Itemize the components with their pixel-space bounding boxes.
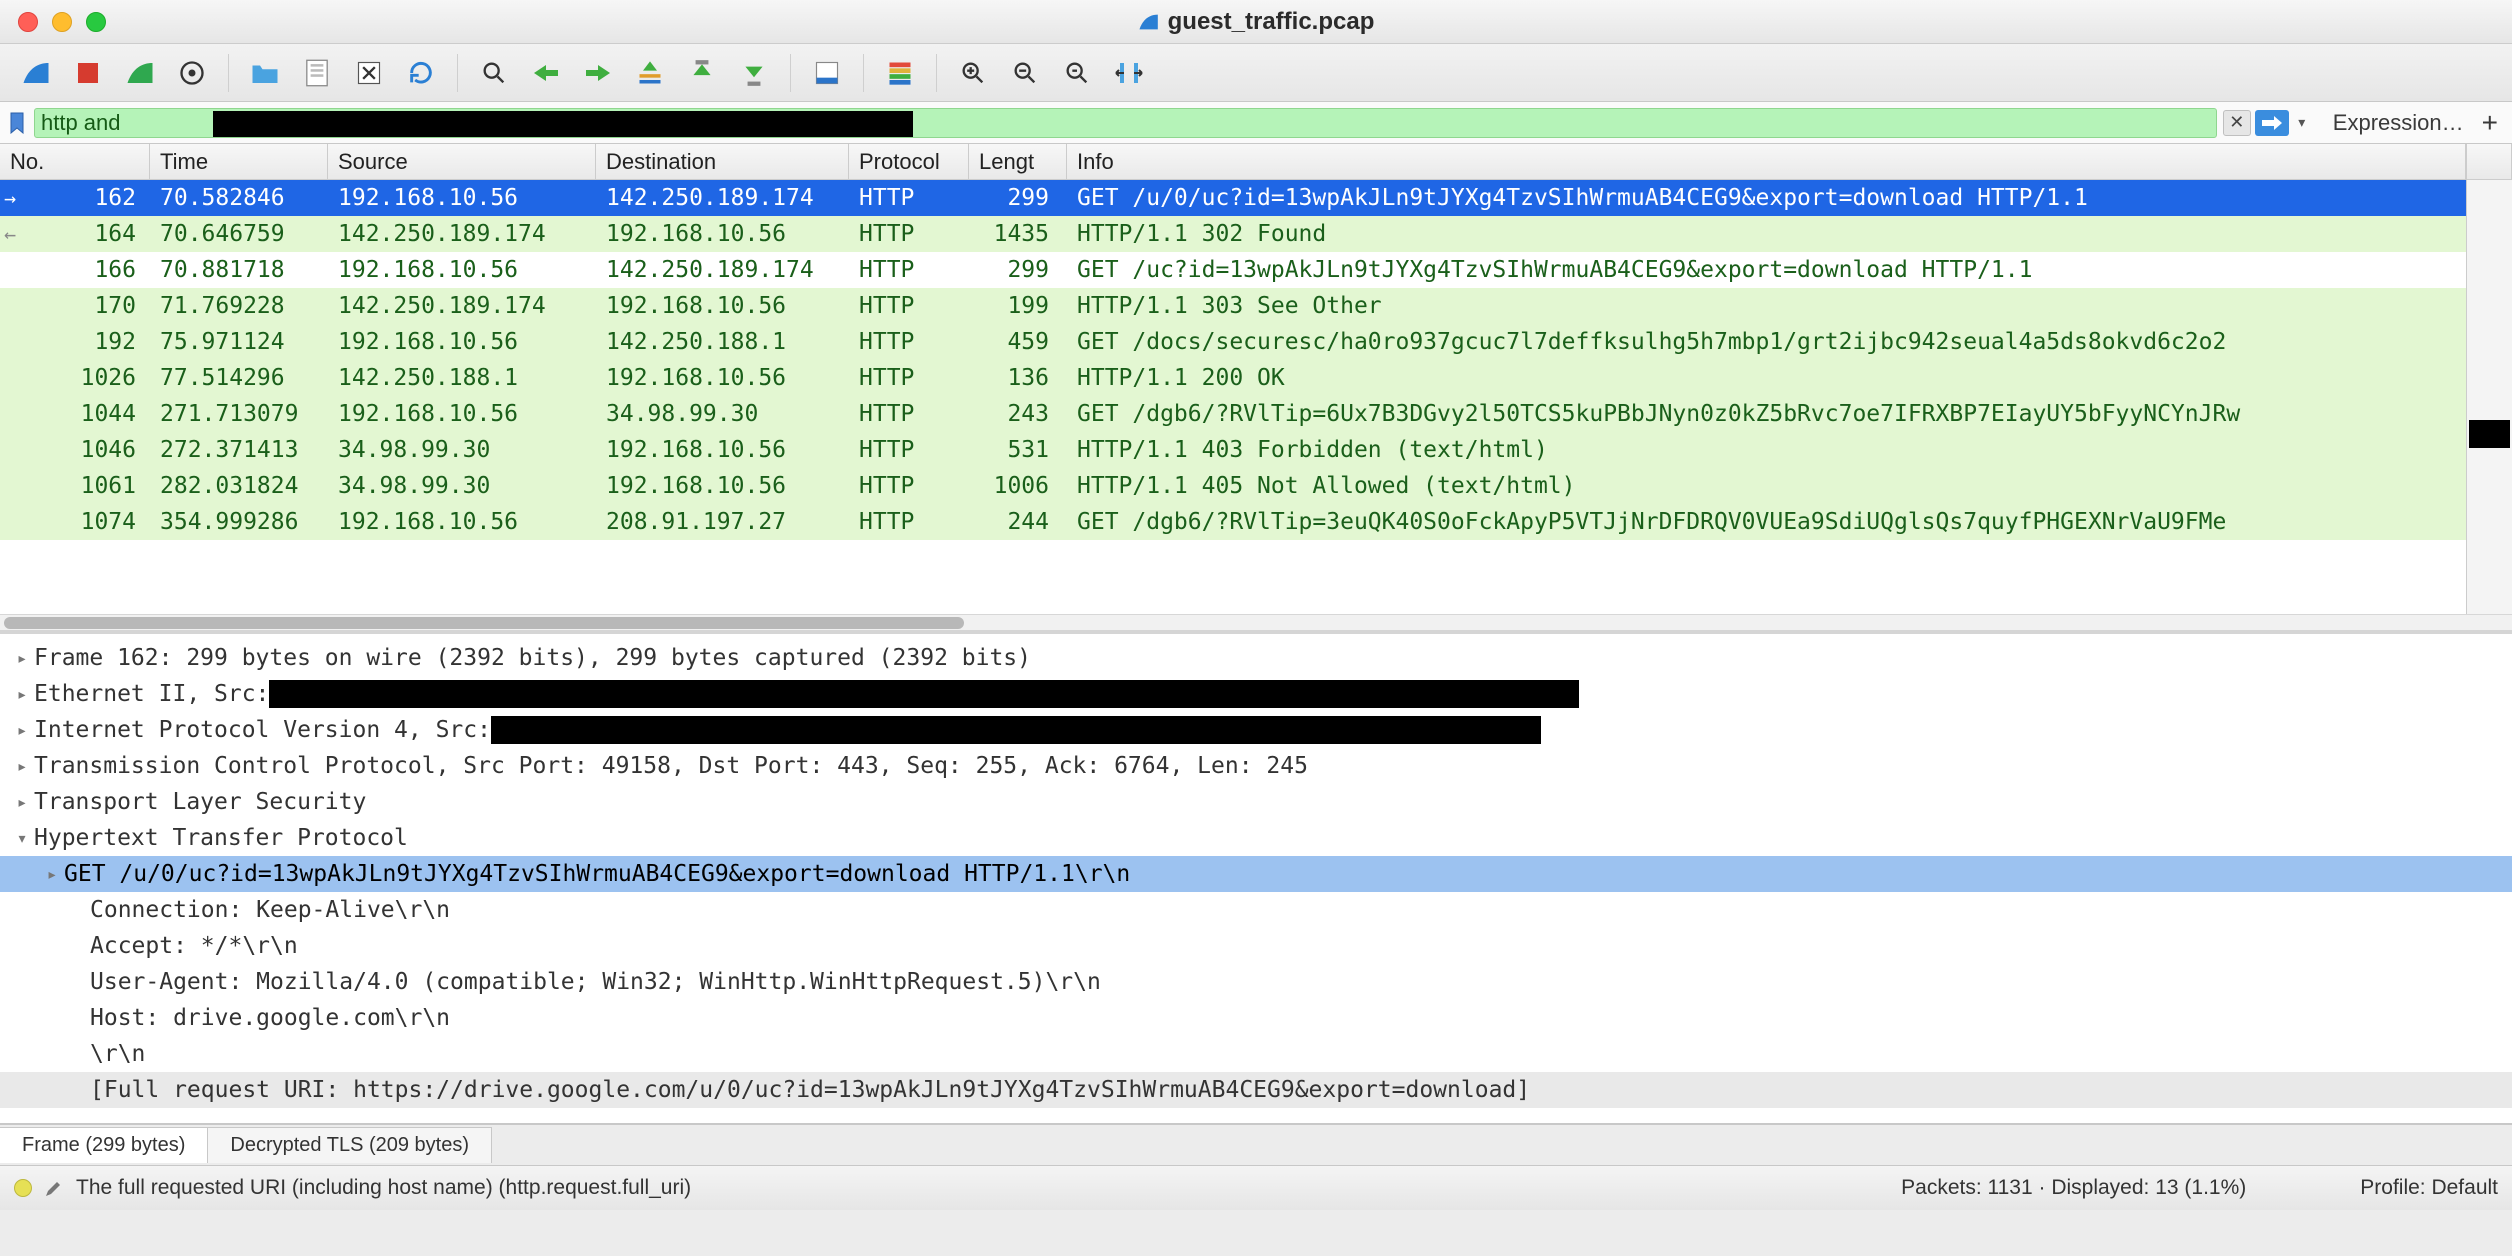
packet-row[interactable]: 102677.514296142.250.188.1192.168.10.56H… [0,360,2466,396]
packet-details-pane[interactable]: ▸Frame 162: 299 bytes on wire (2392 bits… [0,634,2512,1124]
save-file-icon[interactable] [295,51,339,95]
packet-row[interactable]: 1061282.03182434.98.99.30192.168.10.56HT… [0,468,2466,504]
redacted-filter-portion [213,111,913,137]
tree-http[interactable]: ▾Hypertext Transfer Protocol [0,820,2512,856]
packet-rows[interactable]: →16270.582846192.168.10.56142.250.189.17… [0,180,2466,614]
display-filter-text: http and [41,110,121,136]
col-header-source[interactable]: Source [328,144,596,179]
col-header-length[interactable]: Lengt [969,144,1067,179]
display-filter-input[interactable]: http and [34,108,2217,138]
col-header-destination[interactable]: Destination [596,144,849,179]
open-file-icon[interactable] [243,51,287,95]
status-bar: The full requested URI (including host n… [0,1166,2512,1210]
restart-capture-icon[interactable] [118,51,162,95]
apply-filter-button[interactable] [2255,110,2289,136]
tree-tls[interactable]: ▸Transport Layer Security [0,784,2512,820]
minimize-window-button[interactable] [52,12,72,32]
auto-scroll-icon[interactable] [805,51,849,95]
zoom-reset-icon[interactable] [1055,51,1099,95]
tree-http-host[interactable]: Host: drive.google.com\r\n [0,1000,2512,1036]
packet-list-hscrollbar[interactable] [0,614,2512,630]
bytes-tab-tls[interactable]: Decrypted TLS (209 bytes) [208,1127,492,1163]
colorize-icon[interactable] [878,51,922,95]
go-back-icon[interactable] [524,51,568,95]
packet-list-header[interactable]: No. Time Source Destination Protocol Len… [0,144,2512,180]
packet-list-pane: No. Time Source Destination Protocol Len… [0,144,2512,634]
tree-http-connection[interactable]: Connection: Keep-Alive\r\n [0,892,2512,928]
packet-row[interactable]: 17071.769228142.250.189.174192.168.10.56… [0,288,2466,324]
col-header-time[interactable]: Time [150,144,328,179]
filter-history-dropdown[interactable]: ▾ [2293,110,2311,136]
packet-row[interactable]: ←16470.646759142.250.189.174192.168.10.5… [0,216,2466,252]
go-forward-icon[interactable] [576,51,620,95]
tree-ethernet[interactable]: ▸Ethernet II, Src: [0,676,2512,712]
tree-ip[interactable]: ▸Internet Protocol Version 4, Src: [0,712,2512,748]
status-packets: Packets: 1131 · Displayed: 13 (1.1%) [1901,1176,2246,1200]
tree-tcp[interactable]: ▸Transmission Control Protocol, Src Port… [0,748,2512,784]
packet-row[interactable]: 19275.971124192.168.10.56142.250.188.1HT… [0,324,2466,360]
main-toolbar [0,44,2512,102]
zoom-in-icon[interactable] [951,51,995,95]
clear-filter-button[interactable]: ✕ [2223,110,2251,136]
packet-row[interactable]: 1044271.713079192.168.10.5634.98.99.30HT… [0,396,2466,432]
find-icon[interactable] [472,51,516,95]
expression-button[interactable]: Expression… [2333,110,2464,136]
edit-capture-comment-icon[interactable] [44,1178,64,1198]
capture-options-icon[interactable] [170,51,214,95]
stop-capture-icon[interactable] [66,51,110,95]
tree-http-user-agent[interactable]: User-Agent: Mozilla/4.0 (compatible; Win… [0,964,2512,1000]
display-filter-bar: http and ✕ ▾ Expression… + [0,102,2512,144]
tree-http-full-uri[interactable]: [Full request URI: https://drive.google.… [0,1072,2512,1108]
tree-http-request-line[interactable]: ▸GET /u/0/uc?id=13wpAkJLn9tJYXg4TzvSIhWr… [0,856,2512,892]
window-title: guest_traffic.pcap [1168,8,1375,36]
packet-row[interactable]: 1046272.37141334.98.99.30192.168.10.56HT… [0,432,2466,468]
tree-frame[interactable]: ▸Frame 162: 299 bytes on wire (2392 bits… [0,640,2512,676]
expert-info-led-icon[interactable] [14,1179,32,1197]
col-header-no[interactable]: No. [0,144,150,179]
reload-icon[interactable] [399,51,443,95]
close-file-icon[interactable] [347,51,391,95]
status-profile[interactable]: Profile: Default [2360,1176,2498,1200]
status-hint: The full requested URI (including host n… [76,1176,1889,1200]
shark-fin-icon[interactable] [14,51,58,95]
zoom-window-button[interactable] [86,12,106,32]
packet-row[interactable]: 16670.881718192.168.10.56142.250.189.174… [0,252,2466,288]
go-first-icon[interactable] [680,51,724,95]
filter-bookmark-icon[interactable] [6,109,28,137]
go-to-packet-icon[interactable] [628,51,672,95]
bytes-tab-frame[interactable]: Frame (299 bytes) [0,1127,208,1163]
tree-http-blank[interactable]: \r\n [0,1036,2512,1072]
close-window-button[interactable] [18,12,38,32]
resize-columns-icon[interactable] [1107,51,1151,95]
tree-http-accept[interactable]: Accept: */*\r\n [0,928,2512,964]
wireshark-app-icon [1138,11,1160,33]
col-header-protocol[interactable]: Protocol [849,144,969,179]
col-header-info[interactable]: Info [1067,144,2466,179]
packet-row[interactable]: 1074354.999286192.168.10.56208.91.197.27… [0,504,2466,540]
zoom-out-icon[interactable] [1003,51,1047,95]
go-last-icon[interactable] [732,51,776,95]
packet-row[interactable]: →16270.582846192.168.10.56142.250.189.17… [0,180,2466,216]
add-filter-button[interactable]: + [2482,107,2498,139]
titlebar: guest_traffic.pcap [0,0,2512,44]
bytes-pane-tabs: Frame (299 bytes) Decrypted TLS (209 byt… [0,1124,2512,1166]
packet-minimap[interactable] [2466,180,2512,614]
